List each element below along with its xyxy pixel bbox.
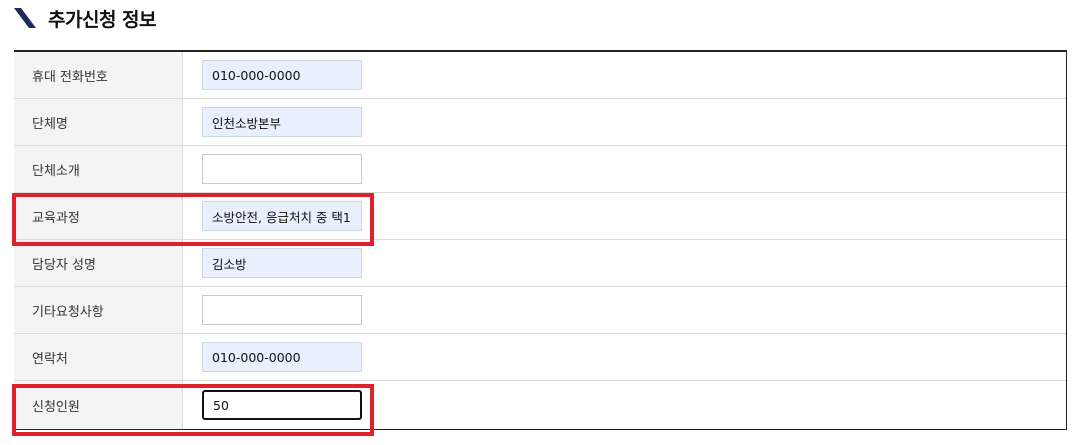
section-header: 추가신청 정보 [14,4,157,32]
form-row-applicants: 신청인원 [14,381,1066,429]
form-row-contact: 연락처 [14,334,1066,381]
form-row-manager-name: 담당자 성명 [14,240,1066,287]
form-row-group-intro: 단체소개 [14,146,1066,193]
group-intro-input[interactable] [202,154,362,184]
section-title: 추가신청 정보 [48,8,157,31]
contact-label: 연락처 [14,334,183,380]
other-requests-input[interactable] [202,295,362,325]
group-intro-label: 단체소개 [14,146,183,192]
form-row-course: 교육과정 [14,193,1066,240]
mobile-phone-label: 휴대 전화번호 [14,52,183,98]
form-row-mobile-phone: 휴대 전화번호 [14,52,1066,99]
slash-icon [14,8,36,28]
applicants-input[interactable] [202,390,362,420]
course-label: 교육과정 [14,193,183,239]
group-name-input[interactable] [202,107,362,137]
other-requests-label: 기타요청사항 [14,287,183,333]
applicants-label: 신청인원 [14,381,183,429]
mobile-phone-input[interactable] [202,60,362,90]
form-row-group-name: 단체명 [14,99,1066,146]
form-row-other-requests: 기타요청사항 [14,287,1066,334]
manager-name-input[interactable] [202,248,362,278]
additional-info-form: 휴대 전화번호 단체명 단체소개 교육과정 담당자 성명 기타요청사항 연락처 … [14,50,1067,430]
course-input[interactable] [202,201,362,231]
group-name-label: 단체명 [14,99,183,145]
contact-input[interactable] [202,342,362,372]
manager-name-label: 담당자 성명 [14,240,183,286]
